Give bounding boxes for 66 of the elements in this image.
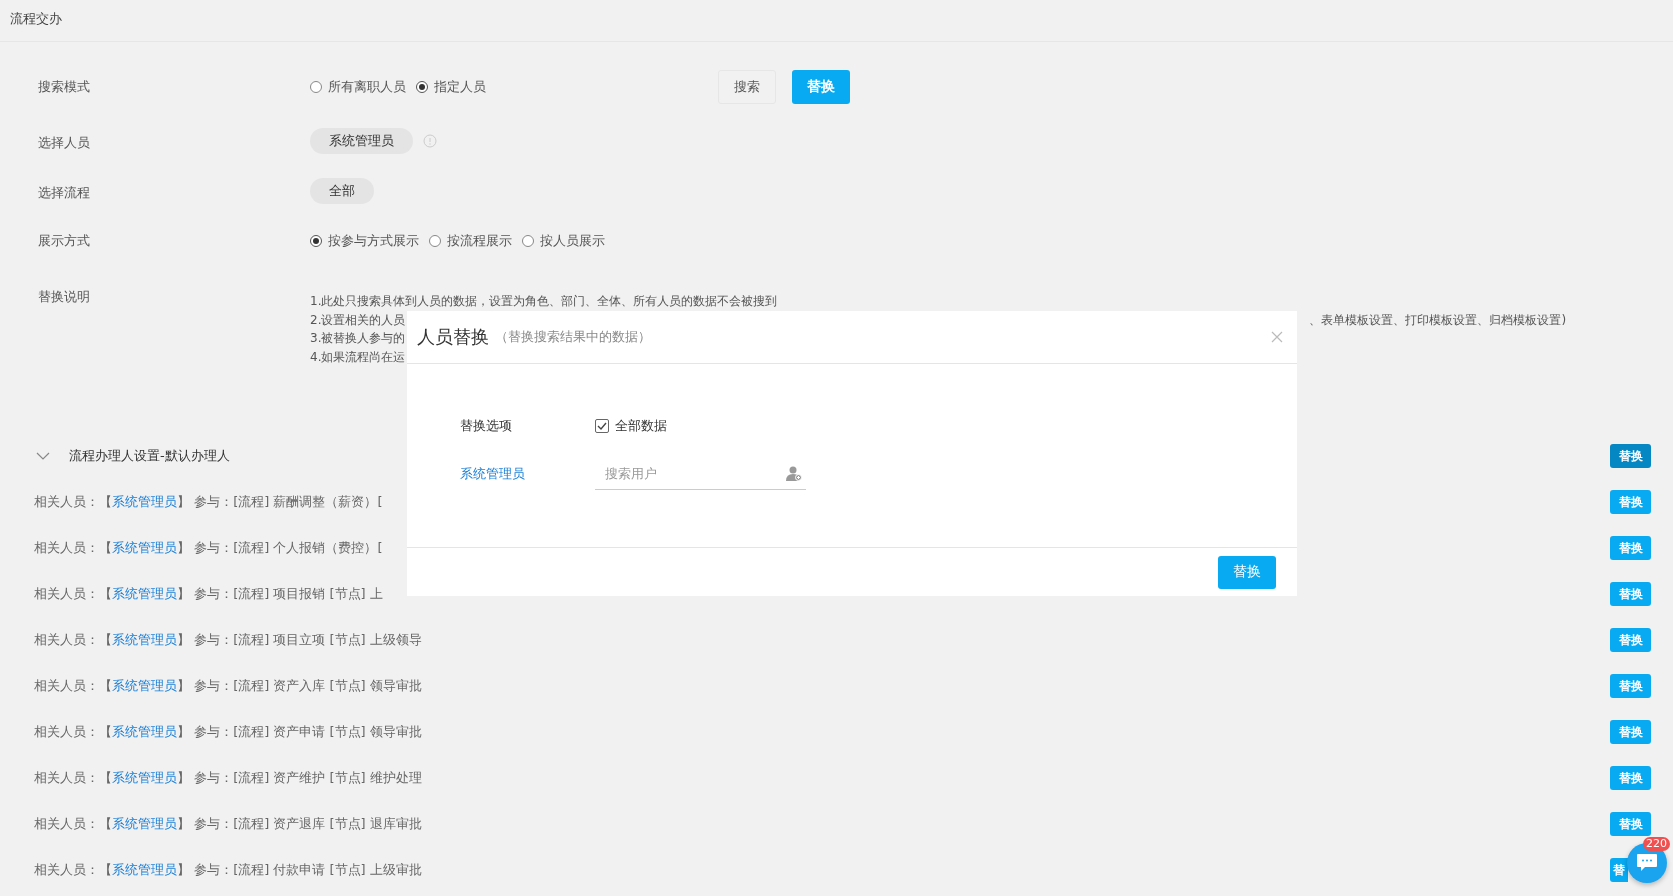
option-label[interactable]: 所有离职人员	[328, 78, 406, 96]
radio-button[interactable]	[416, 81, 428, 93]
replace-button[interactable]: 替换	[1610, 766, 1651, 790]
person-link[interactable]: 系统管理员	[112, 586, 177, 601]
person-link[interactable]: 系统管理员	[112, 770, 177, 785]
checkbox-label[interactable]: 全部数据	[615, 417, 667, 435]
flow-chip[interactable]: 全部	[310, 178, 374, 204]
option-label[interactable]: 按流程展示	[447, 232, 512, 250]
person-link[interactable]: 系统管理员	[112, 540, 177, 555]
row-text: 相关人员：【系统管理员】 参与：[流程] 项目立项 [节点] 上级领导	[34, 631, 422, 649]
person-name: 系统管理员	[460, 465, 526, 483]
radio-button[interactable]	[310, 81, 322, 93]
checkbox[interactable]	[595, 419, 609, 433]
radio-button[interactable]	[522, 235, 534, 247]
row-text: 相关人员：【系统管理员】 参与：[流程] 资产退库 [节点] 退库审批	[34, 815, 422, 833]
replace-button[interactable]: 替换	[792, 70, 850, 104]
replace-button[interactable]: 替换	[1610, 720, 1651, 744]
row-text: 相关人员：【系统管理员】 参与：[流程] 薪酬调整（薪资）[	[34, 493, 383, 511]
row-text: 相关人员：【系统管理员】 参与：[流程] 个人报销（费控）[	[34, 539, 383, 557]
row-text: 相关人员：【系统管理员】 参与：[流程] 资产维护 [节点] 维护处理	[34, 769, 422, 787]
unread-badge: 220	[1643, 837, 1670, 851]
row-text: 相关人员：【系统管理员】 参与：[流程] 付款申请 [节点] 上级审批	[34, 861, 422, 879]
note-text: 1.此处只搜索具体到人员的数据，设置为角色、部门、全体、所有人员的数据不会被搜到	[310, 293, 778, 310]
replace-button[interactable]: 替换	[1218, 555, 1276, 589]
person-link[interactable]: 系统管理员	[112, 816, 177, 831]
person-link[interactable]: 系统管理员	[112, 862, 177, 877]
chevron-down-icon[interactable]	[36, 452, 50, 460]
person-chip[interactable]: 系统管理员	[310, 128, 413, 154]
chat-bubble-icon	[1636, 853, 1658, 873]
person-link[interactable]: 系统管理员	[112, 632, 177, 647]
person-link[interactable]: 系统管理员	[112, 724, 177, 739]
radio-button[interactable]	[429, 235, 441, 247]
add-user-icon[interactable]	[786, 465, 802, 481]
note-text: 2.设置相关的人员	[310, 311, 406, 329]
person-link[interactable]: 系统管理员	[112, 494, 177, 509]
field-label: 搜索模式	[38, 78, 91, 96]
replace-button[interactable]: 替换	[1610, 674, 1651, 698]
option-label: 替换选项	[460, 417, 513, 435]
field-label: 选择人员	[38, 134, 91, 152]
replace-button[interactable]: 替换	[1610, 812, 1651, 836]
row-text: 相关人员：【系统管理员】 参与：[流程] 资产入库 [节点] 领导审批	[34, 677, 422, 695]
dialog-title: 人员替换	[417, 325, 489, 349]
note-text: 、表单模板设置、打印模板设置、归档模板设置)	[1309, 311, 1567, 329]
replace-button[interactable]: 替换	[1610, 582, 1651, 606]
field-label: 替换说明	[38, 288, 91, 306]
row-text: 相关人员：【系统管理员】 参与：[流程] 资产申请 [节点] 领导审批	[34, 723, 422, 741]
radio-button[interactable]	[310, 235, 322, 247]
page-title: 流程交办	[10, 11, 62, 26]
option-label[interactable]: 按参与方式展示	[328, 232, 419, 250]
option-label[interactable]: 按人员展示	[540, 232, 605, 250]
search-button[interactable]: 搜索	[718, 70, 776, 104]
replace-button[interactable]: 替换	[1610, 490, 1651, 514]
close-icon[interactable]	[1271, 331, 1283, 343]
replace-button[interactable]: 替换	[1610, 536, 1651, 560]
replace-button[interactable]: 替换	[1610, 444, 1651, 468]
note-text: 4.如果流程尚在运	[310, 348, 406, 366]
replace-button[interactable]: 替换	[1610, 628, 1651, 652]
dialog-subtitle: （替换搜索结果中的数据）	[495, 328, 651, 346]
field-label: 选择流程	[38, 184, 91, 202]
option-label[interactable]: 指定人员	[434, 78, 486, 96]
field-label: 展示方式	[38, 232, 91, 250]
person-link[interactable]: 系统管理员	[112, 678, 177, 693]
note-text: 3.被替换人参与的	[310, 330, 406, 347]
replace-button[interactable]: 替	[1610, 858, 1628, 882]
section-title: 流程办理人设置-默认办理人	[69, 447, 230, 465]
row-text: 相关人员：【系统管理员】 参与：[流程] 项目报销 [节点] 上	[34, 585, 383, 603]
